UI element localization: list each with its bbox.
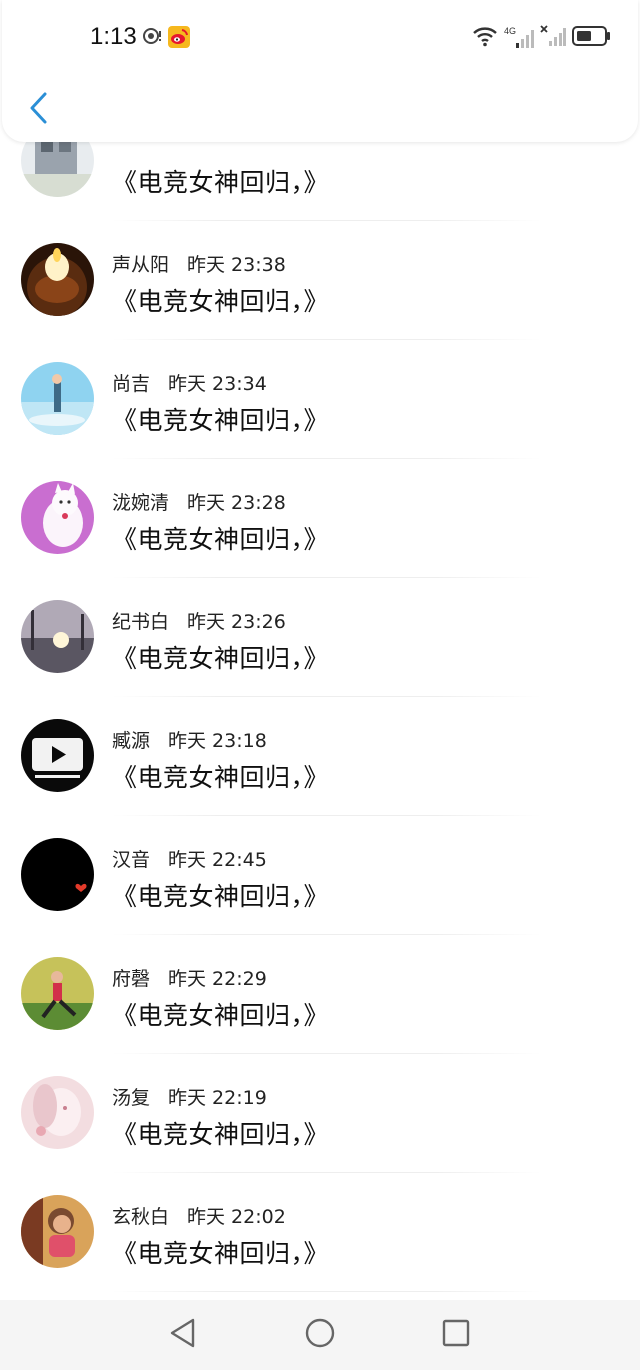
timestamp: 昨天 23:28 [187, 492, 286, 514]
avatar[interactable] [21, 719, 94, 792]
comment-text: 《电竞女神回归，》 [112, 763, 330, 792]
comment-meta: 泷婉清 昨天 23:28 [112, 488, 286, 515]
home-circle-icon [304, 1317, 336, 1353]
signal-x-icon [540, 24, 566, 52]
timestamp: 昨天 23:38 [187, 254, 286, 276]
avatar[interactable] [21, 957, 94, 1030]
avatar[interactable] [21, 481, 94, 554]
timestamp: 昨天 22:02 [187, 1206, 286, 1228]
avatar[interactable] [21, 362, 94, 435]
comment-text: 《电竞女神回归，》 [112, 168, 330, 197]
list-item[interactable]: 汤复 昨天 22:19 《电竞女神回归，》 [0, 1054, 640, 1173]
comment-meta: 臧源 昨天 23:18 [112, 726, 267, 753]
avatar[interactable] [21, 1195, 94, 1268]
status-time: 1:13 [90, 23, 137, 50]
list-item[interactable]: 声从阳 昨天 23:38 《电竞女神回归，》 [0, 221, 640, 340]
username[interactable]: 玄秋白 [112, 1206, 169, 1228]
comment-text: 《电竞女神回归，》 [112, 882, 330, 911]
username[interactable]: 声从阳 [112, 254, 169, 276]
comment-text: 《电竞女神回归，》 [112, 525, 330, 554]
avatar[interactable] [21, 1076, 94, 1149]
timestamp: 昨天 22:19 [168, 1087, 267, 1109]
comment-meta: 府磬 昨天 22:29 [112, 964, 267, 991]
weibo-icon [168, 26, 190, 52]
list-item[interactable]: 纪书白 昨天 23:26 《电竞女神回归，》 [0, 578, 640, 697]
avatar[interactable] [21, 600, 94, 673]
comment-meta: 汉音 昨天 22:45 [112, 845, 267, 872]
nav-home-button[interactable] [303, 1318, 337, 1352]
comment-meta: 纪书白 昨天 23:26 [112, 607, 286, 634]
list-item[interactable]: 府磬 昨天 22:29 《电竞女神回归，》 [0, 935, 640, 1054]
recents-square-icon [441, 1318, 471, 1352]
timestamp: 昨天 23:18 [168, 730, 267, 752]
timestamp: 昨天 22:45 [168, 849, 267, 871]
comment-text: 《电竞女神回归，》 [112, 1239, 330, 1268]
username[interactable]: 府磬 [112, 968, 150, 990]
username[interactable]: 汉音 [112, 849, 150, 871]
comment-meta: 尚吉 昨天 23:34 [112, 369, 267, 396]
timestamp: 昨天 23:26 [187, 611, 286, 633]
comment-meta: 汤复 昨天 22:19 [112, 1083, 267, 1110]
avatar[interactable] [21, 243, 94, 316]
nav-recents-button[interactable] [439, 1318, 473, 1352]
status-right-icons: 4G [472, 24, 612, 52]
back-triangle-icon [168, 1317, 198, 1353]
list-item[interactable]: 臧源 昨天 23:18 《电竞女神回归，》 [0, 697, 640, 816]
comment-text: 《电竞女神回归，》 [112, 1120, 330, 1149]
wifi-icon [472, 25, 498, 51]
comment-text: 《电竞女神回归，》 [112, 287, 330, 316]
chevron-left-icon [27, 91, 49, 129]
system-nav-bar [0, 1300, 640, 1370]
username[interactable]: 泷婉清 [112, 492, 169, 514]
username[interactable]: 臧源 [112, 730, 150, 752]
status-left-icons [142, 26, 190, 52]
list-item[interactable]: 尚吉 昨天 23:34 《电竞女神回归，》 [0, 340, 640, 459]
comment-text: 《电竞女神回归，》 [112, 1001, 330, 1030]
battery-icon [572, 25, 612, 51]
comment-meta: 声从阳 昨天 23:38 [112, 250, 286, 277]
comment-text: 《电竞女神回归，》 [112, 644, 330, 673]
username[interactable]: 汤复 [112, 1087, 150, 1109]
list-item[interactable]: 玄秋白 昨天 22:02 《电竞女神回归，》 [0, 1173, 640, 1292]
username[interactable]: 纪书白 [112, 611, 169, 633]
back-button[interactable] [22, 90, 54, 130]
list-item[interactable]: 汉音 昨天 22:45 《电竞女神回归，》 [0, 816, 640, 935]
location-icon [142, 26, 162, 52]
username[interactable]: 尚吉 [112, 373, 150, 395]
nav-back-button[interactable] [166, 1318, 200, 1352]
divider [112, 1291, 542, 1292]
list-item[interactable]: 泷婉清 昨天 23:28 《电竞女神回归，》 [0, 459, 640, 578]
top-bar: 1:13 4G [2, 0, 638, 142]
signal-icon: 4G [504, 26, 534, 50]
avatar[interactable] [21, 838, 94, 911]
timestamp: 昨天 23:34 [168, 373, 267, 395]
timestamp: 昨天 22:29 [168, 968, 267, 990]
comment-text: 《电竞女神回归，》 [112, 406, 330, 435]
comment-meta: 玄秋白 昨天 22:02 [112, 1202, 286, 1229]
